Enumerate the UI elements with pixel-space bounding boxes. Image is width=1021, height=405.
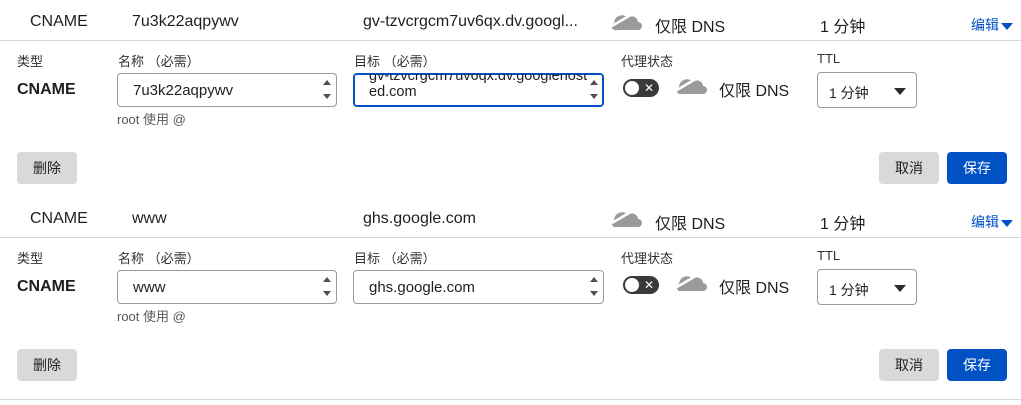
name-label: 名称 （必需） [118, 54, 200, 69]
delete-button[interactable]: 删除 [17, 152, 77, 184]
cloud-icon [673, 271, 707, 298]
toggle-off-icon: ✕ [643, 278, 654, 292]
target-input[interactable]: ghs.google.com [353, 270, 604, 304]
spin-up-icon[interactable] [320, 76, 334, 90]
record-edit-panel: 类型 CNAME 名称 （必需） www root 使用 @ 目标 （必需） g… [0, 238, 1021, 400]
type-label: 类型 [17, 54, 44, 69]
caret-down-icon [1001, 219, 1013, 227]
record-content: gv-tzvcrgcm7uv6qx.dv.googl... [363, 13, 578, 30]
target-input[interactable]: gv-tzvcrgcm7uv6qx.dv.googlehosted.com [353, 73, 604, 107]
record-name: 7u3k22aqpywv [132, 13, 239, 30]
cancel-button[interactable]: 取消 [879, 152, 939, 184]
name-spinner[interactable] [320, 273, 334, 301]
record-ttl: 1 分钟 [820, 19, 866, 36]
spin-down-icon[interactable] [587, 90, 601, 104]
cloud-icon [608, 10, 642, 37]
record-name: www [132, 210, 167, 227]
record-summary-row[interactable]: CNAME www ghs.google.com 仅限 DNS 1 分钟 编辑 [0, 200, 1021, 238]
proxy-status-text: 仅限 DNS [655, 216, 726, 233]
proxy-toggle[interactable]: ✕ [623, 276, 659, 294]
proxy-status-label: 代理状态 [621, 251, 674, 266]
root-hint: root 使用 @ [117, 112, 186, 127]
target-input-value: ghs.google.com [369, 279, 475, 296]
toggle-knob [625, 278, 639, 292]
record-edit-panel: 类型 CNAME 名称 （必需） 7u3k22aqpywv root 使用 @ … [0, 41, 1021, 203]
delete-button[interactable]: 删除 [17, 349, 77, 381]
target-spinner[interactable] [587, 76, 601, 104]
ttl-label: TTL [817, 51, 841, 66]
ttl-label: TTL [817, 248, 841, 263]
ttl-select[interactable]: 1 分钟 [817, 72, 917, 108]
edit-label: 编辑 [971, 17, 999, 33]
proxy-toggle[interactable]: ✕ [623, 79, 659, 97]
proxy-dns-only-label: 仅限 DNS [719, 280, 790, 297]
name-input[interactable]: www [117, 270, 337, 304]
cloud-icon [608, 207, 642, 234]
spin-down-icon[interactable] [320, 287, 334, 301]
root-hint: root 使用 @ [117, 309, 186, 324]
ttl-selected-value: 1 分钟 [829, 85, 869, 101]
cloud-icon [673, 74, 707, 101]
spin-up-icon[interactable] [320, 273, 334, 287]
record-type: CNAME [30, 210, 88, 227]
chevron-down-icon [894, 285, 906, 292]
target-spinner[interactable] [587, 273, 601, 301]
spin-up-icon[interactable] [587, 273, 601, 287]
record-ttl: 1 分钟 [820, 216, 866, 233]
caret-down-icon [1001, 22, 1013, 30]
save-button[interactable]: 保存 [947, 349, 1007, 381]
name-input-value: 7u3k22aqpywv [133, 82, 234, 99]
proxy-status-label: 代理状态 [621, 54, 674, 69]
name-label: 名称 （必需） [118, 251, 200, 266]
target-label: 目标 （必需） [354, 54, 436, 69]
target-input-value: gv-tzvcrgcm7uv6qx.dv.googlehosted.com [369, 73, 588, 100]
edit-label: 编辑 [971, 214, 999, 230]
edit-link[interactable]: 编辑 [971, 212, 1013, 232]
spin-down-icon[interactable] [320, 90, 334, 104]
chevron-down-icon [894, 88, 906, 95]
record-type: CNAME [30, 13, 88, 30]
type-value: CNAME [17, 81, 76, 98]
spin-up-icon[interactable] [587, 76, 601, 90]
name-input-value: www [133, 279, 166, 296]
type-label: 类型 [17, 251, 44, 266]
type-value: CNAME [17, 278, 76, 295]
proxy-dns-only-label: 仅限 DNS [719, 83, 790, 100]
edit-link[interactable]: 编辑 [971, 15, 1013, 35]
target-label: 目标 （必需） [354, 251, 436, 266]
ttl-selected-value: 1 分钟 [829, 282, 869, 298]
toggle-knob [625, 81, 639, 95]
ttl-select[interactable]: 1 分钟 [817, 269, 917, 305]
record-summary-row[interactable]: CNAME 7u3k22aqpywv gv-tzvcrgcm7uv6qx.dv.… [0, 3, 1021, 41]
save-button[interactable]: 保存 [947, 152, 1007, 184]
cancel-button[interactable]: 取消 [879, 349, 939, 381]
name-spinner[interactable] [320, 76, 334, 104]
spin-down-icon[interactable] [587, 287, 601, 301]
toggle-off-icon: ✕ [643, 81, 654, 95]
record-content: ghs.google.com [363, 210, 476, 227]
name-input[interactable]: 7u3k22aqpywv [117, 73, 337, 107]
proxy-status-text: 仅限 DNS [655, 19, 726, 36]
